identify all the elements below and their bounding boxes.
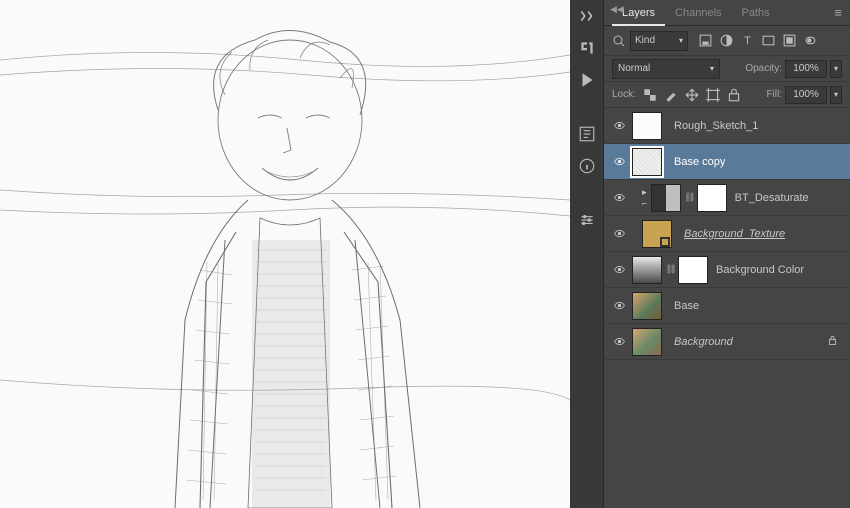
panel-tab-bar: ◀◀ Layers Channels Paths ≡ — [604, 0, 850, 26]
layer-row[interactable]: Base — [604, 288, 850, 324]
fill-label: Fill: — [766, 89, 782, 100]
lock-transparency-icon[interactable] — [642, 87, 658, 103]
layer-name[interactable]: Base — [674, 300, 699, 312]
blend-mode-row: Normal▾ Opacity: 100% ▾ — [604, 56, 850, 82]
document-canvas[interactable] — [0, 0, 570, 508]
visibility-toggle-icon[interactable] — [610, 227, 628, 240]
visibility-toggle-icon[interactable] — [610, 155, 628, 168]
lock-row: Lock: Fill: 100% ▾ — [604, 82, 850, 108]
layer-thumbnail[interactable] — [632, 112, 662, 140]
filter-pixel-icon[interactable] — [698, 33, 713, 48]
layer-row[interactable]: Background — [604, 324, 850, 360]
lock-pixels-icon[interactable] — [663, 87, 679, 103]
visibility-toggle-icon[interactable] — [610, 299, 628, 312]
visibility-toggle-icon[interactable] — [610, 191, 628, 204]
layer-mask-thumbnail[interactable] — [697, 184, 727, 212]
lock-all-icon[interactable] — [726, 87, 742, 103]
fill-value[interactable]: 100% — [785, 86, 827, 104]
adjustment-thumbnail[interactable] — [632, 256, 662, 284]
layer-thumbnail[interactable] — [642, 220, 672, 248]
blend-mode-value: Normal — [618, 63, 650, 74]
layer-name[interactable]: Base copy — [674, 156, 725, 168]
layer-row[interactable]: Rough_Sketch_1 — [604, 108, 850, 144]
info-icon[interactable] — [577, 156, 597, 176]
layer-name[interactable]: Background_Texture — [684, 228, 785, 240]
properties-icon[interactable] — [577, 124, 597, 144]
visibility-toggle-icon[interactable] — [610, 263, 628, 276]
lock-label: Lock: — [612, 89, 636, 100]
filter-adjustment-icon[interactable] — [719, 33, 734, 48]
layer-filter-bar: Kind▾ T — [604, 26, 850, 56]
blend-mode-dropdown[interactable]: Normal▾ — [612, 59, 720, 79]
opacity-label: Opacity: — [745, 63, 782, 74]
lock-artboard-icon[interactable] — [705, 87, 721, 103]
layer-row[interactable]: Background_Texture — [604, 216, 850, 252]
adjustments-icon[interactable] — [577, 210, 597, 230]
search-icon — [612, 34, 626, 48]
layer-thumbnail[interactable] — [632, 292, 662, 320]
fill-flyout-icon[interactable]: ▾ — [830, 86, 842, 104]
tab-paths[interactable]: Paths — [732, 1, 780, 25]
visibility-toggle-icon[interactable] — [610, 335, 628, 348]
tab-channels[interactable]: Channels — [665, 1, 731, 25]
actions-play-icon[interactable] — [577, 70, 597, 90]
filter-shape-icon[interactable] — [761, 33, 776, 48]
layer-thumbnail[interactable] — [632, 328, 662, 356]
layers-list: Rough_Sketch_1 Base copy ▸⌐ ⛓ BT_Desatur… — [604, 108, 850, 508]
layer-name[interactable]: Rough_Sketch_1 — [674, 120, 758, 132]
sketch-image — [0, 0, 570, 508]
collapse-arrows-icon[interactable] — [577, 6, 597, 26]
lock-position-icon[interactable] — [684, 87, 700, 103]
panel-menu-icon[interactable]: ≡ — [834, 5, 842, 20]
collapse-panel-icon[interactable]: ◀◀ — [610, 4, 624, 15]
filter-kind-dropdown[interactable]: Kind▾ — [630, 31, 688, 51]
layer-row[interactable]: ▸⌐ ⛓ BT_Desaturate — [604, 180, 850, 216]
layer-name[interactable]: BT_Desaturate — [735, 192, 809, 204]
layer-thumbnail[interactable] — [632, 148, 662, 176]
layer-name[interactable]: Background — [674, 336, 733, 348]
layer-name[interactable]: Background Color — [716, 264, 804, 276]
opacity-flyout-icon[interactable]: ▾ — [830, 60, 842, 78]
mask-link-icon[interactable]: ⛓ — [685, 184, 695, 212]
opacity-value[interactable]: 100% — [785, 60, 827, 78]
clip-indicator-icon: ▸⌐ — [642, 187, 647, 208]
layers-panel: ◀◀ Layers Channels Paths ≡ Kind▾ T Norma… — [604, 0, 850, 508]
history-brush-icon[interactable] — [577, 38, 597, 58]
filter-smart-icon[interactable] — [782, 33, 797, 48]
layer-row[interactable]: Base copy — [604, 144, 850, 180]
layer-mask-thumbnail[interactable] — [678, 256, 708, 284]
filter-type-icon[interactable]: T — [740, 33, 755, 48]
mask-link-icon[interactable]: ⛓ — [666, 256, 676, 284]
collapsed-panel-strip — [570, 0, 604, 508]
lock-icon — [827, 335, 838, 349]
filter-kind-label: Kind — [635, 35, 655, 46]
layer-row[interactable]: ⛓ Background Color — [604, 252, 850, 288]
filter-toggle-icon[interactable] — [803, 33, 818, 48]
adjustment-thumbnail[interactable] — [651, 184, 681, 212]
visibility-toggle-icon[interactable] — [610, 119, 628, 132]
